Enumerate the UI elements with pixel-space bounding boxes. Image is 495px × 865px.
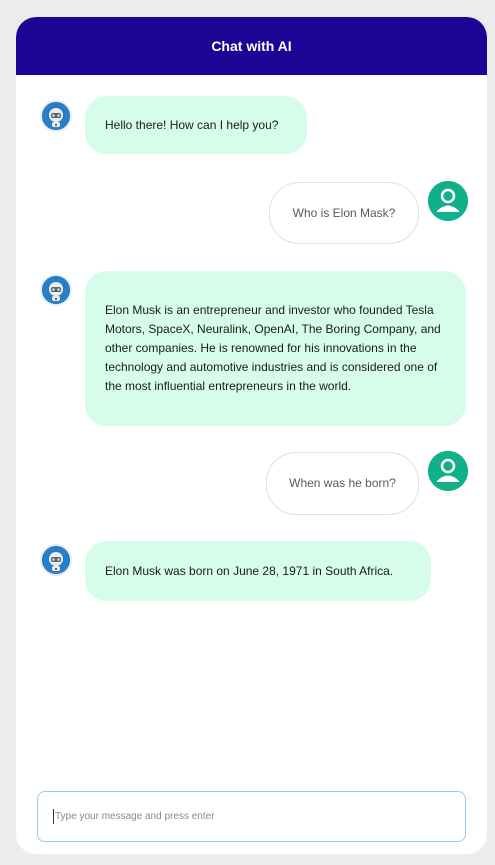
user-icon (428, 181, 468, 221)
chat-header: Chat with AI (16, 17, 487, 75)
user-avatar (428, 451, 468, 491)
robot-icon (42, 546, 70, 574)
user-icon (428, 451, 468, 491)
robot-icon (42, 276, 70, 304)
user-message: When was he born? (266, 452, 419, 515)
user-message: Who is Elon Mask? (269, 182, 419, 244)
bot-avatar (40, 274, 72, 306)
message-input[interactable] (55, 811, 445, 822)
bot-message: Elon Musk is an entrepreneur and investo… (85, 271, 466, 426)
message-composer (37, 791, 466, 842)
bot-message: Hello there! How can I help you? (85, 96, 307, 154)
bot-avatar (40, 100, 72, 132)
chat-window: Chat with AI Hello there! How can I help… (16, 17, 487, 854)
message-text: Elon Musk was born on June 28, 1971 in S… (105, 563, 394, 578)
message-text: Elon Musk is an entrepreneur and investo… (105, 303, 441, 393)
message-text: When was he born? (289, 476, 396, 490)
chat-title: Chat with AI (211, 38, 292, 54)
user-avatar (428, 181, 468, 221)
text-caret (53, 809, 54, 824)
message-text: Hello there! How can I help you? (105, 117, 279, 132)
bot-avatar (40, 544, 72, 576)
robot-icon (42, 102, 70, 130)
message-text: Who is Elon Mask? (292, 205, 396, 220)
bot-message: Elon Musk was born on June 28, 1971 in S… (85, 541, 431, 601)
